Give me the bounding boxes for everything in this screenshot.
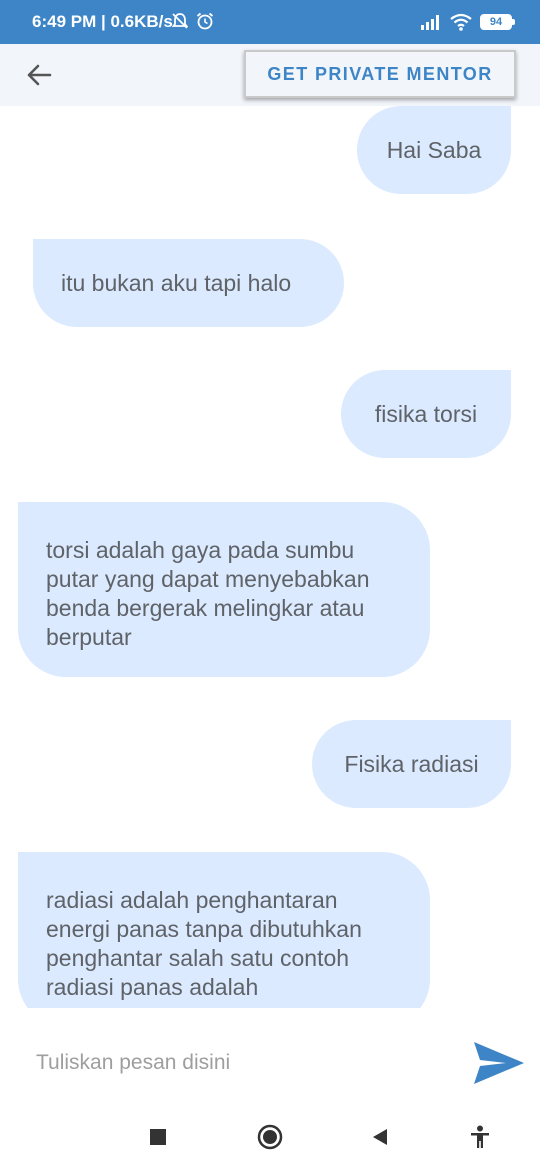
send-icon xyxy=(474,1042,524,1084)
message-sent: Fisika radiasi xyxy=(312,720,511,808)
message-text: itu bukan aku tapi halo xyxy=(61,269,292,296)
battery-icon: 94 xyxy=(480,14,515,30)
alarm-clock-icon xyxy=(196,12,214,30)
message-sent: Hai Saba xyxy=(357,106,511,194)
get-private-mentor-button[interactable]: GET PRIVATE MENTOR xyxy=(244,50,516,98)
message-composer xyxy=(0,1010,540,1102)
accessibility-icon xyxy=(471,1125,489,1148)
message-text: fisika torsi xyxy=(374,400,478,427)
signal-icon xyxy=(421,15,439,30)
home-button[interactable] xyxy=(255,1122,285,1152)
message-received: itu bukan aku tapi halo xyxy=(33,239,344,327)
back-button[interactable] xyxy=(22,58,56,92)
message-text: radiasi adalah penghantaran energi panas… xyxy=(46,887,362,1000)
app-header: GET PRIVATE MENTOR xyxy=(0,44,540,106)
back-nav-button[interactable] xyxy=(365,1122,395,1152)
message-input[interactable] xyxy=(24,1040,444,1086)
send-button[interactable] xyxy=(472,1040,526,1086)
system-nav-bar xyxy=(0,1102,540,1170)
message-text: Fisika radiasi xyxy=(344,750,479,777)
recents-button[interactable] xyxy=(143,1122,173,1152)
square-icon xyxy=(150,1129,166,1145)
message-text: Hai Saba xyxy=(386,136,482,163)
status-bar: 6:49 PM | 0.6KB/s 94 xyxy=(0,0,540,44)
circle-icon xyxy=(257,1124,283,1150)
arrow-left-icon xyxy=(27,64,52,86)
alarm-off-icon xyxy=(171,13,189,29)
triangle-back-icon xyxy=(373,1129,387,1145)
message-sent: fisika torsi xyxy=(341,370,511,458)
message-received: torsi adalah gaya pada sumbu putar yang … xyxy=(18,502,430,677)
message-text: torsi adalah gaya pada sumbu putar yang … xyxy=(46,537,370,650)
status-time: 6:49 PM | 0.6KB/s xyxy=(32,12,173,31)
wifi-icon xyxy=(450,13,472,31)
accessibility-button[interactable] xyxy=(465,1122,495,1152)
message-received: radiasi adalah penghantaran energi panas… xyxy=(18,852,430,1008)
chat-messages[interactable]: Hai Saba itu bukan aku tapi halo fisika … xyxy=(0,106,540,1008)
